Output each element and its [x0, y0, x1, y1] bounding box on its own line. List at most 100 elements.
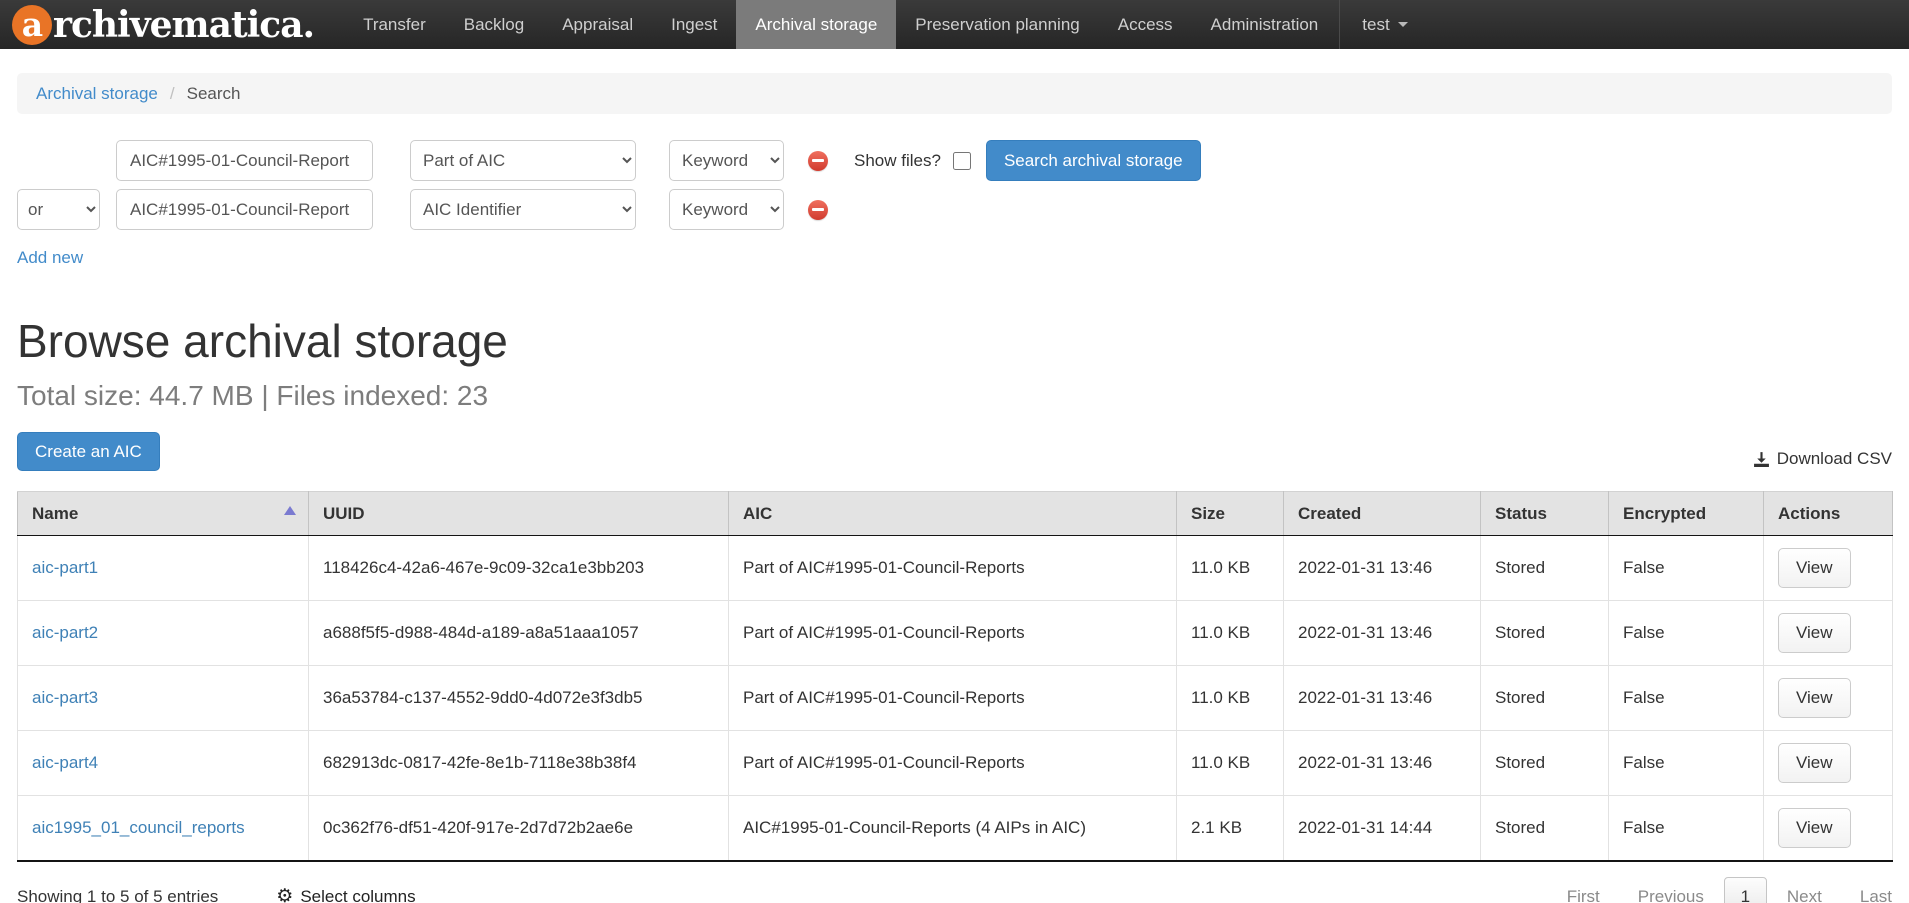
aip-created: 2022-01-31 14:44 — [1284, 796, 1481, 861]
column-header-aic[interactable]: AIC — [729, 492, 1177, 536]
aip-uuid: a688f5f5-d988-484d-a189-a8a51aaa1057 — [309, 601, 729, 666]
table-footer: Showing 1 to 5 of 5 entries ⚙ Select col… — [17, 876, 1892, 903]
aip-created: 2022-01-31 13:46 — [1284, 731, 1481, 796]
aip-encrypted: False — [1609, 536, 1764, 601]
search-type-select[interactable]: Keyword — [669, 140, 784, 181]
select-columns-label: Select columns — [300, 887, 415, 903]
column-header-actions[interactable]: Actions — [1764, 492, 1893, 536]
aip-encrypted: False — [1609, 666, 1764, 731]
table-row: aic-part1 118426c4-42a6-467e-9c09-32ca1e… — [18, 536, 1893, 601]
table-row: aic-part3 36a53784-c137-4552-9dd0-4d072e… — [18, 666, 1893, 731]
table-row: aic1995_01_council_reports 0c362f76-df51… — [18, 796, 1893, 861]
user-menu-label: test — [1362, 15, 1389, 35]
search-field-select[interactable]: AIC Identifier — [410, 189, 636, 230]
aip-aic: Part of AIC#1995-01-Council-Reports — [729, 731, 1177, 796]
view-button[interactable]: View — [1778, 613, 1851, 653]
pagination-previous[interactable]: Previous — [1638, 887, 1704, 903]
logo-text: rchivematica. — [53, 4, 314, 46]
aip-name-link[interactable]: aic-part2 — [32, 623, 98, 642]
remove-criterion-icon[interactable] — [808, 200, 828, 220]
table-row: aic-part4 682913dc-0817-42fe-8e1b-7118e3… — [18, 731, 1893, 796]
aip-size: 11.0 KB — [1177, 731, 1284, 796]
search-archival-storage-button[interactable]: Search archival storage — [986, 140, 1201, 181]
aip-name-link[interactable]: aic-part4 — [32, 753, 98, 772]
nav-item-ingest[interactable]: Ingest — [652, 0, 736, 49]
search-criterion-row: or AIC Identifier Keyword — [17, 189, 1892, 230]
breadcrumb: Archival storage / Search — [17, 73, 1892, 114]
search-query-input[interactable] — [116, 140, 373, 181]
aip-name-link[interactable]: aic-part3 — [32, 688, 98, 707]
aip-encrypted: False — [1609, 731, 1764, 796]
aip-status: Stored — [1481, 731, 1609, 796]
breadcrumb-current: Search — [187, 84, 241, 104]
aip-status: Stored — [1481, 536, 1609, 601]
show-files-checkbox[interactable] — [953, 152, 971, 170]
nav-item-preservation-planning[interactable]: Preservation planning — [896, 0, 1098, 49]
aip-aic: Part of AIC#1995-01-Council-Reports — [729, 536, 1177, 601]
aip-status: Stored — [1481, 601, 1609, 666]
column-header-created[interactable]: Created — [1284, 492, 1481, 536]
nav-item-administration[interactable]: Administration — [1192, 0, 1338, 49]
column-header-size[interactable]: Size — [1177, 492, 1284, 536]
chevron-down-icon — [1398, 22, 1408, 27]
column-header-encrypted[interactable]: Encrypted — [1609, 492, 1764, 536]
user-menu[interactable]: test — [1339, 0, 1429, 49]
aip-uuid: 36a53784-c137-4552-9dd0-4d072e3f3db5 — [309, 666, 729, 731]
breadcrumb-separator: / — [170, 84, 175, 104]
boolean-operator-select[interactable]: or — [17, 189, 100, 230]
pagination-current-page[interactable]: 1 — [1724, 877, 1767, 903]
navbar: archivematica. Transfer Backlog Appraisa… — [0, 0, 1909, 49]
nav-item-access[interactable]: Access — [1099, 0, 1192, 49]
download-csv-label: Download CSV — [1777, 449, 1892, 469]
search-type-select[interactable]: Keyword — [669, 189, 784, 230]
search-field-select[interactable]: Part of AIC — [410, 140, 636, 181]
download-icon — [1753, 451, 1770, 468]
view-button[interactable]: View — [1778, 548, 1851, 588]
aip-status: Stored — [1481, 666, 1609, 731]
search-criterion-row: Part of AIC Keyword Show files? Search a… — [17, 140, 1892, 181]
results-table: Name UUID AIC Size Created Status Encryp… — [17, 491, 1893, 862]
download-csv-link[interactable]: Download CSV — [1753, 449, 1892, 469]
aip-created: 2022-01-31 13:46 — [1284, 601, 1481, 666]
aip-name-link[interactable]: aic1995_01_council_reports — [32, 818, 245, 837]
aip-created: 2022-01-31 13:46 — [1284, 666, 1481, 731]
view-button[interactable]: View — [1778, 808, 1851, 848]
aip-created: 2022-01-31 13:46 — [1284, 536, 1481, 601]
search-form: Part of AIC Keyword Show files? Search a… — [17, 140, 1892, 268]
aip-size: 11.0 KB — [1177, 601, 1284, 666]
column-header-uuid[interactable]: UUID — [309, 492, 729, 536]
pagination-first[interactable]: First — [1567, 887, 1600, 903]
aip-encrypted: False — [1609, 601, 1764, 666]
operator-spacer — [17, 140, 100, 181]
create-aic-button[interactable]: Create an AIC — [17, 432, 160, 471]
add-new-link[interactable]: Add new — [17, 248, 83, 268]
nav-item-transfer[interactable]: Transfer — [344, 0, 445, 49]
column-header-status[interactable]: Status — [1481, 492, 1609, 536]
show-files-label: Show files? — [854, 151, 941, 171]
nav-item-archival-storage[interactable]: Archival storage — [736, 0, 896, 49]
aip-name-link[interactable]: aic-part1 — [32, 558, 98, 577]
column-header-name[interactable]: Name — [18, 492, 309, 536]
table-row: aic-part2 a688f5f5-d988-484d-a189-a8a51a… — [18, 601, 1893, 666]
column-header-label: Name — [32, 504, 78, 523]
aip-uuid: 682913dc-0817-42fe-8e1b-7118e38b38f4 — [309, 731, 729, 796]
search-query-input[interactable] — [116, 189, 373, 230]
select-columns-button[interactable]: ⚙ Select columns — [276, 887, 415, 903]
page-title: Browse archival storage — [17, 314, 1892, 368]
gear-icon: ⚙ — [276, 887, 293, 903]
aip-aic: Part of AIC#1995-01-Council-Reports — [729, 601, 1177, 666]
pagination: First Previous 1 Next Last — [1567, 877, 1892, 903]
main-nav: Transfer Backlog Appraisal Ingest Archiv… — [344, 0, 1337, 49]
nav-item-appraisal[interactable]: Appraisal — [543, 0, 652, 49]
view-button[interactable]: View — [1778, 743, 1851, 783]
table-header-row: Name UUID AIC Size Created Status Encryp… — [18, 492, 1893, 536]
remove-criterion-icon[interactable] — [808, 151, 828, 171]
breadcrumb-archival-storage[interactable]: Archival storage — [36, 84, 158, 103]
view-button[interactable]: View — [1778, 678, 1851, 718]
pagination-next[interactable]: Next — [1787, 887, 1822, 903]
nav-item-backlog[interactable]: Backlog — [445, 0, 543, 49]
app-logo[interactable]: archivematica. — [0, 0, 328, 49]
pagination-last[interactable]: Last — [1860, 887, 1892, 903]
aip-aic: AIC#1995-01-Council-Reports (4 AIPs in A… — [729, 796, 1177, 861]
aip-status: Stored — [1481, 796, 1609, 861]
